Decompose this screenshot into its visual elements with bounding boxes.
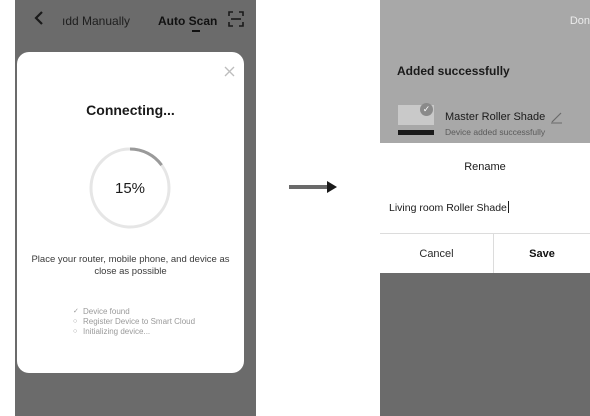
step-status-icon: ✓ [73, 308, 79, 315]
step-label: Device found [83, 307, 130, 316]
text-caret [507, 201, 509, 213]
device-status: Device added successfully [445, 127, 546, 137]
active-tab-indicator [192, 30, 200, 32]
top-bar: ıdd Manually Auto Scan [15, 0, 256, 40]
placement-hint: Place your router, mobile phone, and dev… [31, 254, 230, 277]
right-phone-screen: Don Added successfully ✓ Master Roller S… [380, 0, 590, 416]
pencil-icon[interactable] [550, 111, 563, 124]
step-label: Initializing device... [83, 327, 151, 336]
device-thumbnail: ✓ [398, 103, 434, 137]
step-status-icon: ○ [73, 318, 78, 325]
step-list: ✓ Device found ○ Register Device to Smar… [73, 307, 195, 337]
rename-input-value: Living room Roller Shade [389, 202, 507, 214]
tab-add-manually[interactable]: ıdd Manually [62, 14, 130, 28]
added-success-panel: Don Added successfully ✓ Master Roller S… [380, 0, 590, 143]
added-title: Added successfully [397, 64, 510, 78]
step-status-icon: ○ [73, 328, 78, 335]
arrow-right-icon [289, 181, 337, 193]
dialog-title: Connecting... [86, 102, 175, 118]
close-icon[interactable] [224, 66, 235, 77]
chevron-left-icon[interactable] [31, 9, 47, 27]
left-phone-screen: ıdd Manually Auto Scan Connecting... 15%… [15, 0, 256, 416]
rename-input[interactable]: Living room Roller Shade [389, 201, 509, 214]
save-button[interactable]: Save [494, 234, 590, 273]
device-image-bar [398, 130, 434, 135]
scan-frame-icon[interactable] [228, 11, 244, 27]
step-item: ○ Register Device to Smart Cloud [73, 317, 195, 327]
progress-percent: 15% [114, 179, 146, 197]
check-circle-icon: ✓ [420, 103, 433, 116]
step-item: ✓ Device found [73, 307, 195, 317]
step-item: ○ Initializing device... [73, 327, 195, 337]
device-name: Master Roller Shade [445, 111, 546, 123]
rename-dialog: Rename Living room Roller Shade Cancel S… [380, 143, 590, 273]
rename-title: Rename [464, 161, 506, 173]
cancel-button[interactable]: Cancel [380, 234, 493, 273]
done-button[interactable]: Don [570, 15, 590, 27]
tab-auto-scan[interactable]: Auto Scan [158, 14, 217, 28]
connecting-dialog: Connecting... 15% Place your router, mob… [17, 52, 244, 373]
step-label: Register Device to Smart Cloud [83, 317, 196, 326]
